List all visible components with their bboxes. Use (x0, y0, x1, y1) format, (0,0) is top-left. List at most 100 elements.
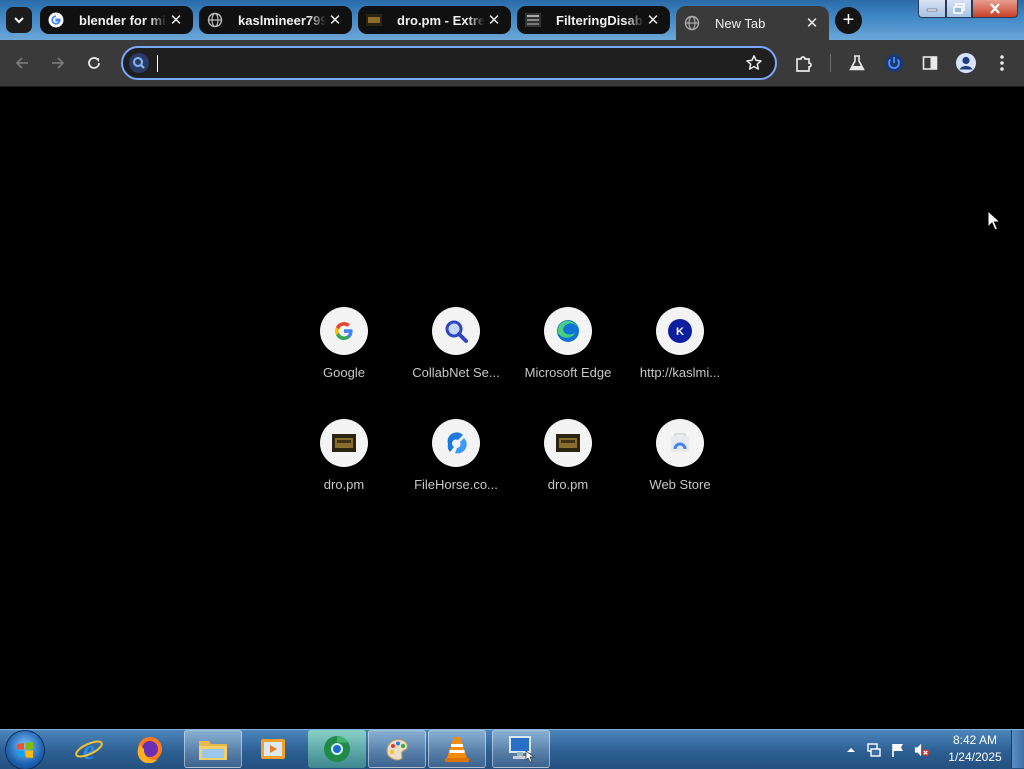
tray-network[interactable] (866, 742, 882, 758)
text-caret (157, 55, 158, 72)
globe-icon (684, 15, 700, 31)
clock-date[interactable]: 1/24/2025 (945, 750, 1005, 764)
shortcut-label: FileHorse.co... (414, 477, 498, 492)
media-player-icon (261, 739, 285, 759)
puzzle-icon (796, 56, 812, 72)
tab-filtering-disabled[interactable]: FilteringDisable ✕ (517, 6, 670, 34)
show-hidden-icons-button[interactable] (843, 742, 859, 758)
extension-power-button[interactable] (882, 51, 906, 75)
close-icon[interactable]: ✕ (644, 11, 662, 29)
bookmark-star-icon[interactable] (745, 54, 763, 72)
shortcut-tile[interactable]: Google (288, 307, 400, 407)
shortcut-tile[interactable]: Microsoft Edge (512, 307, 624, 407)
close-icon[interactable]: ✕ (485, 11, 503, 29)
clock-time[interactable]: 8:42 AM (950, 733, 1000, 747)
tab-search-button[interactable] (6, 7, 32, 33)
taskbar-chrome[interactable] (308, 730, 366, 768)
taskbar-paint[interactable] (368, 730, 426, 768)
tab-title: FilteringDisable (556, 12, 644, 28)
shortcut-label: Microsoft Edge (524, 365, 612, 380)
shortcut-label: http://kaslmi... (639, 365, 721, 380)
tab-blender[interactable]: blender for mic ✕ (40, 6, 193, 34)
reload-icon (88, 57, 100, 69)
dro-pm-icon (320, 419, 368, 467)
start-button[interactable] (6, 731, 44, 769)
tray-action-center[interactable] (890, 742, 906, 758)
firefox-icon (137, 737, 162, 763)
address-input[interactable] (157, 52, 741, 76)
show-desktop-button[interactable] (1011, 730, 1024, 768)
labs-button[interactable] (845, 51, 869, 75)
internet-explorer-icon: e (75, 735, 103, 764)
magnifier-icon (432, 307, 480, 355)
address-bar[interactable] (121, 46, 777, 80)
power-icon (885, 54, 903, 72)
shortcut-tile[interactable]: K http://kaslmi... (624, 307, 736, 407)
tab-dro-pm[interactable]: dro.pm - Extrem ✕ (358, 6, 511, 34)
side-panel-icon (922, 56, 938, 70)
mouse-cursor-icon (987, 210, 1001, 231)
tab-title: New Tab (715, 15, 766, 31)
taskbar-firefox[interactable] (121, 730, 179, 768)
new-tab-button[interactable]: + (835, 7, 862, 34)
tab-title: dro.pm - Extrem (397, 12, 485, 28)
paint-icon (386, 739, 408, 761)
close-icon[interactable]: ✕ (326, 11, 344, 29)
toolbar-separator (830, 54, 831, 72)
close-icon[interactable]: ✕ (167, 11, 185, 29)
avatar-icon (956, 53, 976, 73)
letter-k-icon: K (656, 307, 704, 355)
google-g-icon (320, 307, 368, 355)
filtering-icon (525, 12, 541, 28)
shortcut-label: Web Store (649, 477, 711, 492)
chevron-up-icon (847, 748, 855, 752)
browser-toolbar (0, 40, 1024, 87)
tab-kaslmineer[interactable]: kaslmineer7999 ✕ (199, 6, 352, 34)
shortcut-tile[interactable]: dro.pm (288, 419, 400, 519)
network-icon (867, 743, 881, 757)
shortcut-label: dro.pm (547, 477, 589, 492)
shortcut-label: CollabNet Se... (412, 365, 500, 380)
arrow-right-icon (52, 57, 65, 69)
tab-title: kaslmineer7999 (238, 12, 326, 28)
back-button[interactable] (10, 51, 34, 75)
remote-desktop-icon (509, 736, 536, 763)
tab-new-tab[interactable]: New Tab ✕ (676, 6, 829, 40)
shortcut-label: dro.pm (323, 477, 365, 492)
minimize-button[interactable] (918, 0, 946, 18)
shortcut-tile[interactable]: FileHorse.co... (400, 419, 512, 519)
arrow-left-icon (15, 57, 28, 69)
taskbar-remote-desktop[interactable] (492, 730, 550, 768)
globe-icon (207, 12, 223, 28)
side-panel-button[interactable] (918, 51, 942, 75)
shortcut-tile[interactable]: dro.pm (512, 419, 624, 519)
edge-icon (544, 307, 592, 355)
windows-taskbar: e 8:42 AM 1/24/2025 (0, 729, 1024, 769)
forward-button[interactable] (46, 51, 70, 75)
window-close-button[interactable] (972, 0, 1018, 18)
flag-icon (892, 744, 903, 757)
svg-text:e: e (83, 735, 95, 764)
shortcut-tile[interactable]: Web Store (624, 419, 736, 519)
svg-text:K: K (676, 326, 684, 338)
taskbar-internet-explorer[interactable]: e (60, 730, 118, 768)
restore-button[interactable] (946, 0, 972, 18)
reload-button[interactable] (82, 51, 106, 75)
new-tab-page: Google CollabNet Se... Microsoft Edge K … (0, 87, 1024, 729)
tray-volume[interactable] (914, 742, 930, 758)
shortcut-label: Google (323, 365, 365, 380)
shortcut-tile[interactable]: CollabNet Se... (400, 307, 512, 407)
close-icon[interactable]: ✕ (803, 14, 821, 32)
minimize-icon (926, 8, 938, 11)
windows-logo-icon (17, 742, 33, 758)
taskbar-media-player[interactable] (244, 730, 302, 768)
tab-strip: blender for mic ✕ kaslmineer7999 ✕ dro.p… (0, 0, 1024, 40)
taskbar-file-explorer[interactable] (184, 730, 242, 768)
taskbar-vlc[interactable] (428, 730, 486, 768)
search-icon (129, 53, 149, 73)
profile-button[interactable] (954, 51, 978, 75)
extensions-button[interactable] (792, 51, 816, 75)
kebab-menu-icon (1000, 55, 1004, 71)
menu-button[interactable] (990, 51, 1014, 75)
chevron-down-icon (14, 17, 24, 24)
